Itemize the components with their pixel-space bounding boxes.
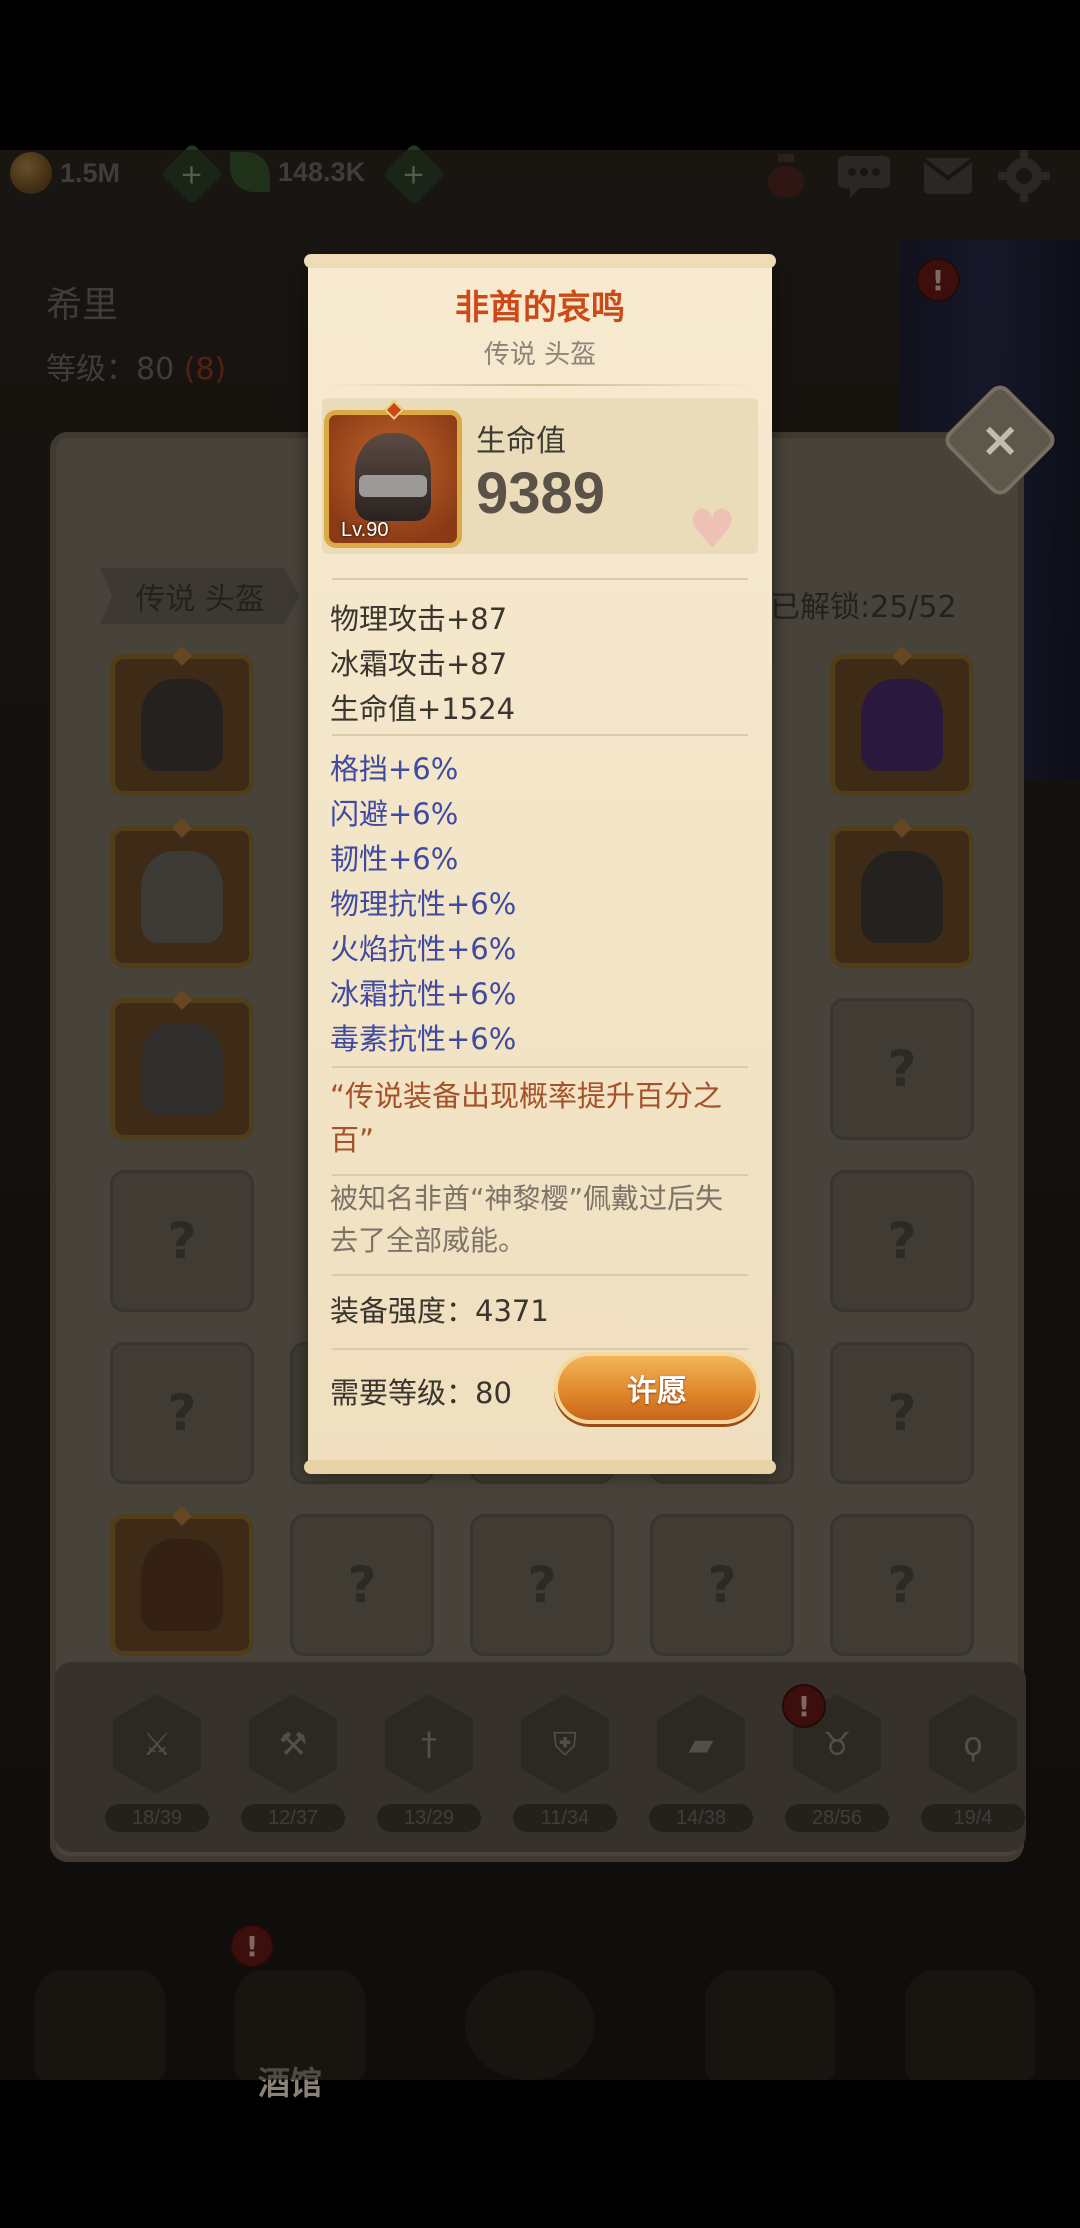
item-level-badge: Lv.90 (341, 519, 389, 541)
required-level: 需要等级：80 (330, 1376, 512, 1410)
divider (332, 1274, 748, 1276)
heart-icon: ♥ (688, 498, 737, 561)
bonus-stat: 格挡+6% (330, 752, 459, 786)
bonus-stat: 冰霜抗性+6% (330, 977, 517, 1011)
base-stat: 物理攻击+87 (330, 602, 508, 636)
base-stat: 冰霜攻击+87 (330, 647, 508, 681)
navigation-bar-area (0, 2080, 1080, 2228)
divider (332, 578, 748, 580)
ornament-divider (328, 384, 752, 386)
divider (332, 734, 748, 736)
lore-text: 被知名非酋“神黎樱”佩戴过后失去了全部威能。 (330, 1182, 724, 1257)
divider (332, 1348, 748, 1350)
bonus-stat: 火焰抗性+6% (330, 932, 517, 966)
item-helmet-icon: Lv.90 (324, 400, 462, 548)
bonus-stat: 毒素抗性+6% (330, 1022, 517, 1056)
main-stat-name: 生命值 (476, 424, 566, 459)
item-name: 非酋的哀鸣 (455, 288, 625, 328)
wish-button[interactable]: 许愿 (554, 1352, 760, 1424)
equipment-power: 装备强度：4371 (330, 1294, 549, 1328)
item-rarity-type: 传说 头盔 (483, 340, 597, 370)
special-effect-text: “传说装备出现概率提升百分之百” (330, 1079, 723, 1157)
bonus-stat: 闪避+6% (330, 797, 459, 831)
main-stat-value: 9389 (476, 461, 606, 526)
divider (332, 1174, 748, 1176)
base-stat: 生命值+1524 (330, 692, 516, 726)
bonus-stat: 韧性+6% (330, 842, 459, 876)
item-detail-scroll: 非酋的哀鸣 传说 头盔 Lv.90 生命值 9389 ♥ 物理攻击+87 冰霜攻… (304, 254, 776, 1474)
divider (332, 1066, 748, 1068)
status-bar-area (0, 0, 1080, 150)
bonus-stat: 物理抗性+6% (330, 887, 517, 921)
